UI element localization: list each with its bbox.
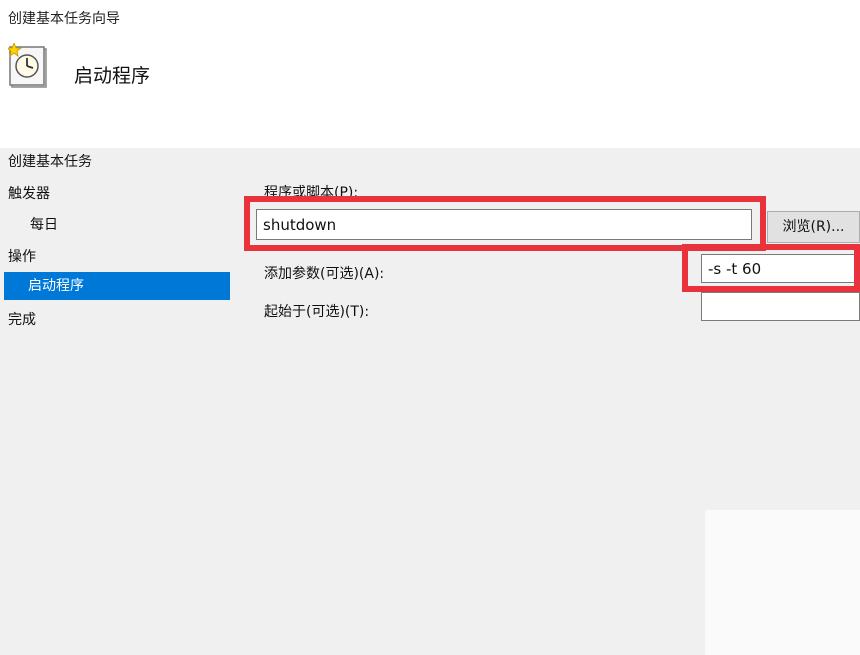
program-script-input[interactable] <box>256 209 752 240</box>
step-trigger[interactable]: 触发器 <box>8 183 50 203</box>
start-in-input[interactable] <box>701 292 860 321</box>
start-in-label: 起始于(可选)(T): <box>264 304 370 320</box>
step-finish[interactable]: 完成 <box>8 309 36 329</box>
arguments-input[interactable] <box>701 254 860 283</box>
args-label: 添加参数(可选)(A): <box>264 266 385 282</box>
browse-button[interactable]: 浏览(R)... <box>767 211 860 243</box>
step-daily[interactable]: 每日 <box>30 214 58 234</box>
task-clock-icon <box>8 43 47 88</box>
lower-right-panel <box>705 510 860 655</box>
step-action[interactable]: 操作 <box>8 246 36 266</box>
page-title: 启动程序 <box>74 65 151 87</box>
step-start-program[interactable]: 启动程序 <box>4 272 230 300</box>
program-label: 程序或脚本(P): <box>264 185 359 201</box>
step-create-basic-task[interactable]: 创建基本任务 <box>8 151 92 171</box>
window-title: 创建基本任务向导 <box>8 11 120 27</box>
